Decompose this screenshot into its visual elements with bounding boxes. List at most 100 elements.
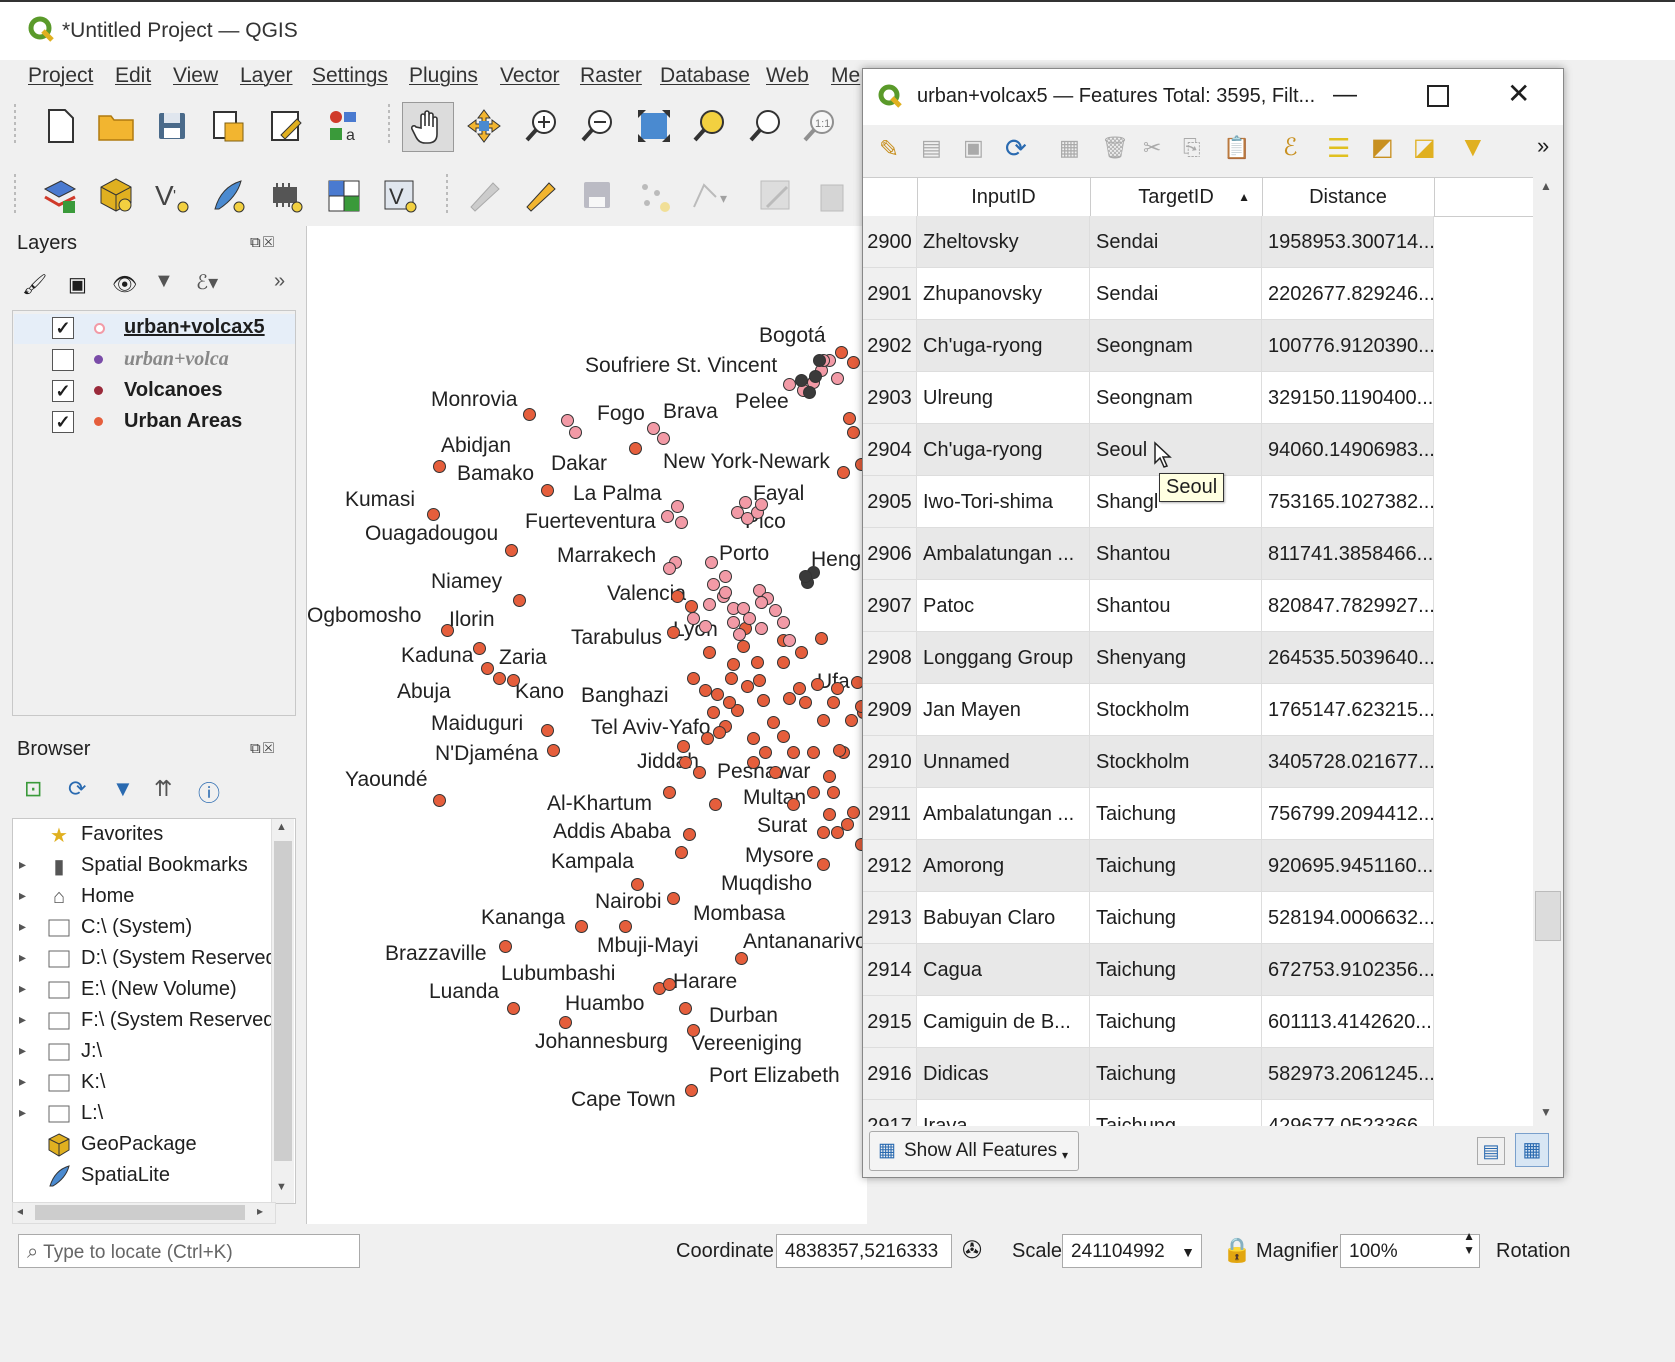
row-number[interactable]: 2907 [863,580,917,632]
layers-panel-float-close[interactable]: ⧉☒ [250,234,276,251]
copy-icon[interactable]: ⎘ [1183,135,1201,161]
add-spatialite-icon[interactable] [208,176,248,216]
add-selected-layers-icon[interactable]: ⊡ [24,776,42,802]
close-button[interactable]: ✕ [1507,77,1530,110]
pan-map-icon[interactable] [402,102,454,152]
delete-selected-icon[interactable] [812,176,852,216]
collapse-all-icon[interactable]: ⇈ [154,776,172,802]
cell-inputid[interactable]: Iwo-Tori-shima [917,476,1090,528]
cell-distance[interactable]: 3405728.021677... [1262,736,1434,788]
attribute-table-vertical-scrollbar[interactable]: ▲ ▼ [1533,177,1561,1125]
minimize-button[interactable]: — [1333,81,1357,109]
cell-inputid[interactable]: Jan Mayen [917,684,1090,736]
add-vector-layer-icon[interactable] [40,176,80,216]
expand-arrow-icon[interactable]: ▸ [19,1073,26,1090]
cell-distance[interactable]: 756799.2094412... [1262,788,1434,840]
cell-inputid[interactable]: Ambalatungan ... [917,788,1090,840]
browser-item-j-drive[interactable]: ▸ J:\ [13,1038,275,1068]
digitize-point-icon[interactable] [634,176,674,216]
maximize-button[interactable] [1427,85,1449,107]
browser-panel-float-close[interactable]: ⧉☒ [250,740,276,757]
column-header-distance[interactable]: Distance [1262,178,1435,216]
cell-distance[interactable]: 582973.2061245... [1262,1048,1434,1100]
row-number[interactable]: 2912 [863,840,917,892]
invert-selection-icon[interactable]: ◩ [1371,133,1394,162]
expand-arrow-icon[interactable]: ▸ [19,949,26,966]
filter-legend-icon[interactable]: ▼ [154,270,174,293]
browser-item-c-drive[interactable]: ▸ C:\ (System) [13,914,275,944]
save-edits-icon[interactable]: ▣ [963,135,984,161]
table-row[interactable]: 2915 Camiguin de B... Taichung 601113.41426… [863,996,1434,1048]
expand-arrow-icon[interactable]: ▸ [19,1011,26,1028]
print-layout-icon[interactable] [266,106,306,146]
magnifier-spinbox[interactable]: 100% ▲ ▼ [1340,1229,1480,1268]
toggle-editing-icon[interactable] [522,176,562,216]
toggle-extents-mouse-icon[interactable]: ✇ [962,1236,982,1265]
table-row[interactable]: 2901 Zhupanovsky Sendai 2202677.829246... [863,268,1434,320]
lock-scale-icon[interactable]: 🔒 [1222,1236,1252,1265]
cell-targetid[interactable]: Taichung [1090,1100,1262,1126]
zoom-native-icon[interactable]: 1:1 [800,106,840,146]
zoom-to-layer-icon[interactable] [746,106,786,146]
browser-item-d-drive[interactable]: ▸ D:\ (System Reserved [13,945,275,975]
more-tools-icon[interactable]: » [274,270,285,293]
browser-item-l-drive[interactable]: ▸ L:\ [13,1100,275,1130]
row-number[interactable]: 2913 [863,892,917,944]
cell-distance[interactable]: 672753.9102356... [1262,944,1434,996]
add-group-icon[interactable]: ▣ [68,272,87,297]
open-project-icon[interactable] [96,106,136,146]
browser-item-f-drive[interactable]: ▸ F:\ (System Reserved [13,1007,275,1037]
expand-arrow-icon[interactable]: ▸ [19,856,26,873]
row-number[interactable]: 2916 [863,1048,917,1100]
cell-inputid[interactable]: Ch'uga-ryong [917,320,1090,372]
cell-distance[interactable]: 2202677.829246... [1262,268,1434,320]
corner-header[interactable] [863,178,918,216]
row-number[interactable]: 2917 [863,1100,917,1126]
scroll-down-icon[interactable]: ▼ [1540,1105,1552,1119]
cell-targetid[interactable]: Stockholm [1090,684,1262,736]
modify-attributes-icon[interactable] [756,176,796,216]
cell-distance[interactable]: 264535.5039640... [1262,632,1434,684]
toggle-editing-icon[interactable]: ✎ [879,135,899,164]
multi-edit-icon[interactable]: ▤ [921,135,942,161]
row-number[interactable]: 2905 [863,476,917,528]
table-row[interactable]: 2900 Zheltovsky Sendai 1958953.300714... [863,216,1434,268]
browser-item-home[interactable]: ▸ ⌂ Home [13,883,275,913]
cell-distance[interactable]: 920695.9451160... [1262,840,1434,892]
style-manager-icon[interactable]: a [324,106,364,146]
cell-targetid[interactable]: Shenyang [1090,632,1262,684]
locator-search-input[interactable]: ⌕ Type to locate (Ctrl+K) [18,1234,360,1268]
cell-distance[interactable]: 429677.0523366... [1262,1100,1434,1126]
refresh-icon[interactable]: ⟳ [68,776,86,802]
vertex-tool-icon[interactable]: ▾ [690,176,730,216]
paste-icon[interactable]: 📋 [1223,135,1250,161]
current-edits-icon[interactable] [466,176,506,216]
browser-horizontal-scrollbar[interactable]: ◂ ▸ [12,1202,276,1224]
row-number[interactable]: 2904 [863,424,917,476]
row-number[interactable]: 2908 [863,632,917,684]
new-project-icon[interactable] [40,106,80,146]
cell-targetid[interactable]: Stockholm [1090,736,1262,788]
column-header-targetid[interactable]: TargetID ▲ [1090,178,1263,216]
cell-targetid[interactable]: Taichung [1090,1048,1262,1100]
menu-vector[interactable]: Vector [500,64,560,88]
more-tools-icon[interactable]: » [1537,133,1549,159]
row-number[interactable]: 2903 [863,372,917,424]
row-number[interactable]: 2914 [863,944,917,996]
cell-inputid[interactable]: Ch'uga-ryong [917,424,1090,476]
filter-selected-icon[interactable]: ▼ [1459,131,1487,163]
manage-visibility-icon[interactable]: 👁 [112,272,137,297]
browser-vertical-scrollbar[interactable]: ▲ ▼ [271,819,294,1203]
cell-targetid[interactable]: Taichung [1090,892,1262,944]
cell-inputid[interactable]: Camiguin de B... [917,996,1090,1048]
coordinate-field[interactable]: 4838357,5216333 [776,1234,952,1268]
show-all-features-button[interactable]: ▦ Show All Features ▾ [869,1131,1079,1171]
add-delimited-text-icon[interactable]: V ' [152,176,192,216]
menu-view[interactable]: View [173,64,218,88]
pan-to-selection-icon[interactable] [464,106,504,146]
save-edits-icon[interactable] [578,176,618,216]
cell-targetid[interactable]: Taichung [1090,788,1262,840]
deselect-all-icon[interactable]: ◪ [1413,133,1436,162]
expand-arrow-icon[interactable]: ▸ [19,980,26,997]
table-row[interactable]: 2906 Ambalatungan ... Shantou 811741.385846… [863,528,1434,580]
